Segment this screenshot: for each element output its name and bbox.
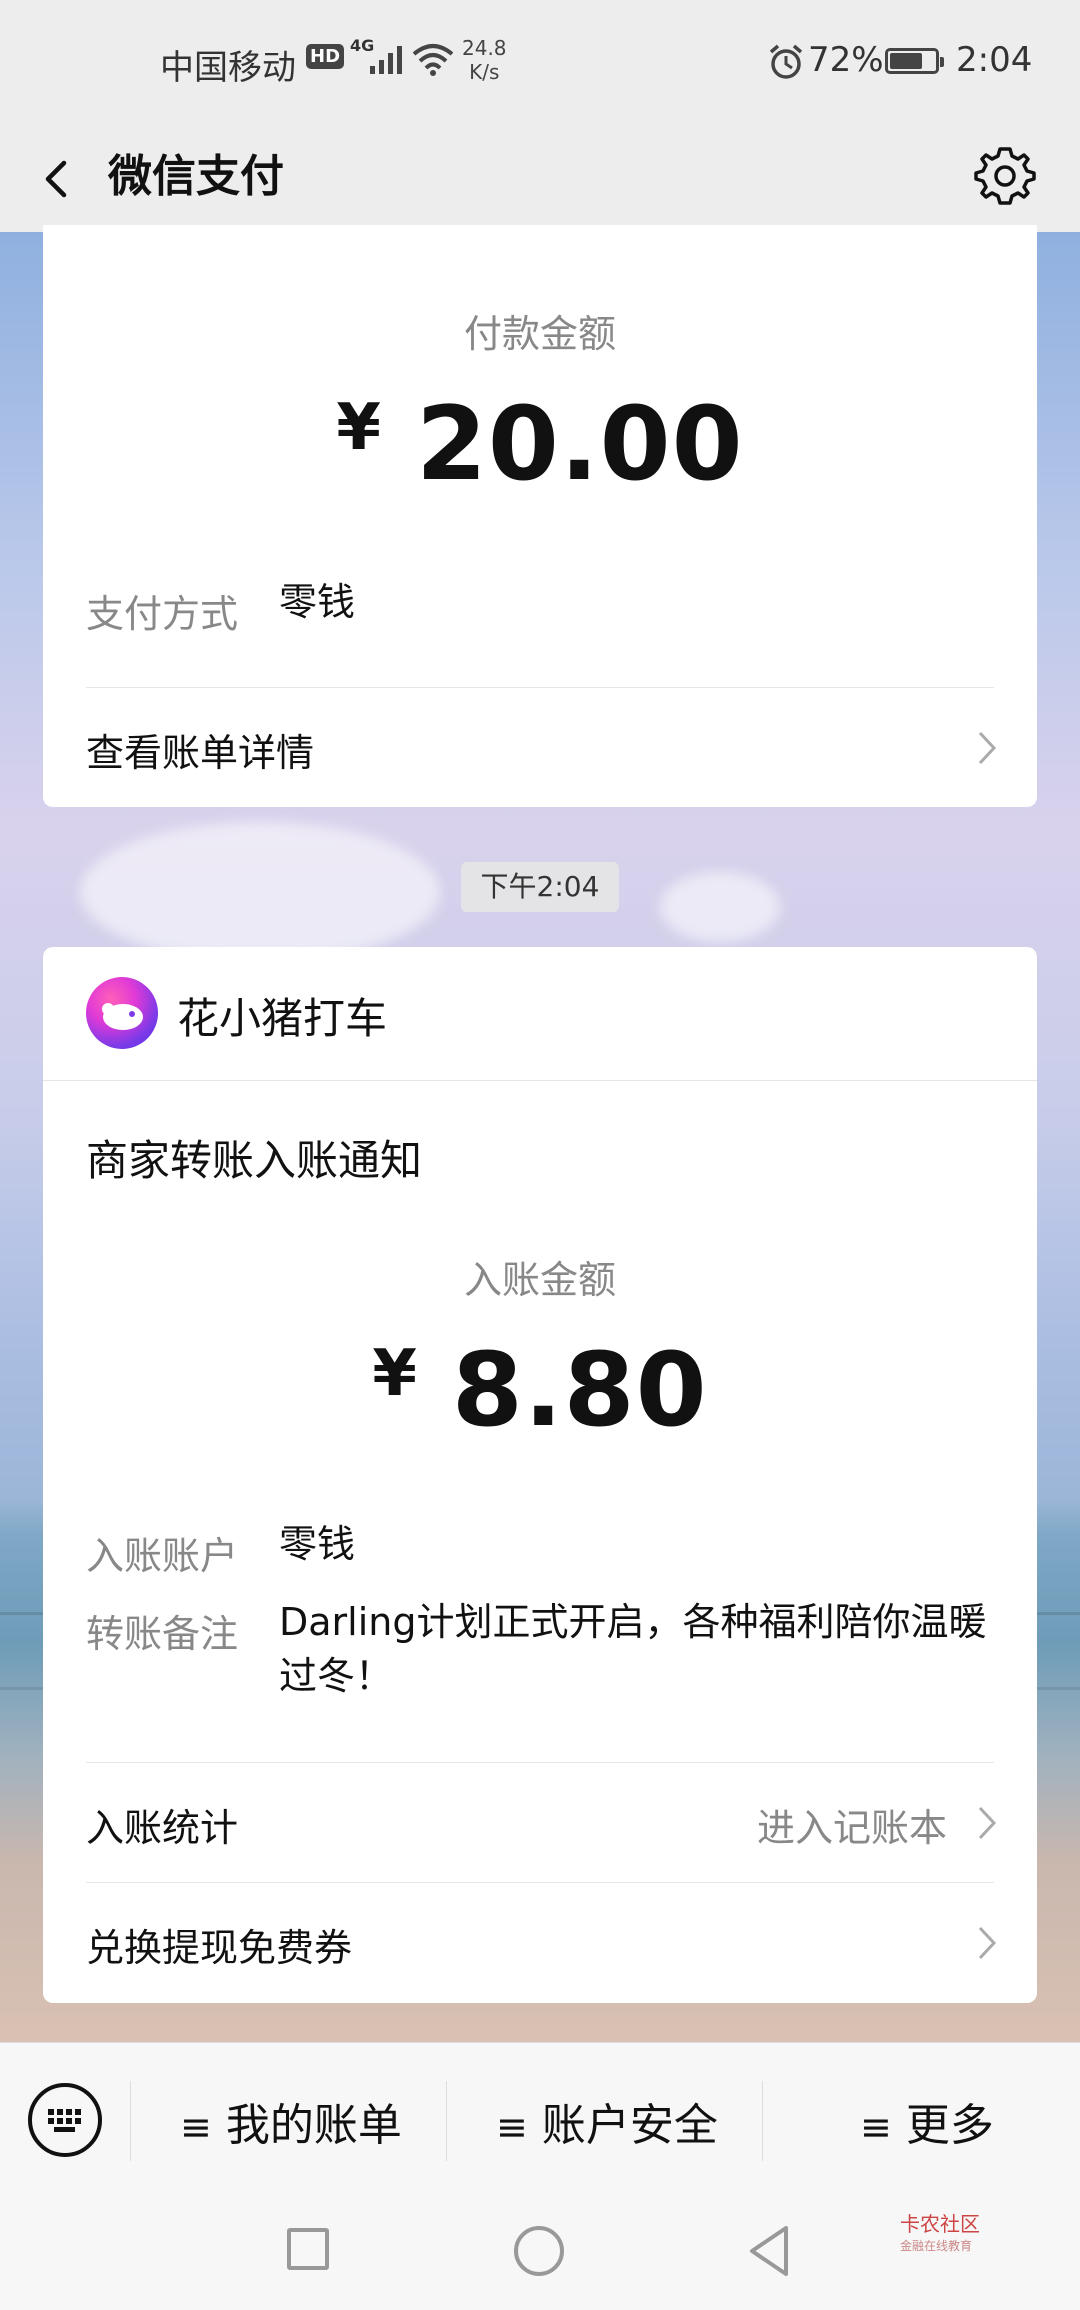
notice-title: 商家转账入账通知 [86, 1136, 423, 1185]
menu-my-bills[interactable]: ≡ 我的账单 [180, 2089, 402, 2153]
account-value: 零钱 [279, 1522, 356, 1566]
bottom-menu-bar: ≡ 我的账单 ≡ 账户安全 ≡ 更多 [0, 2042, 1080, 2195]
system-navigation-bar: 卡农社区 金融在线教育 [0, 2194, 1080, 2310]
ledger-link[interactable]: 进入记账本 [757, 1797, 947, 1852]
watermark: 卡农社区 金融在线教育 [900, 2208, 980, 2254]
payment-card: 付款金额 ¥20.00 支付方式 零钱 查看账单详情 [43, 225, 1037, 807]
battery-icon [885, 48, 944, 74]
menu-icon: ≡ [860, 2105, 892, 2149]
payment-method-value: 零钱 [279, 580, 356, 624]
menu-label: 我的账单 [225, 2100, 402, 2151]
wifi-icon [412, 44, 454, 76]
credit-amount: ¥8.80 [43, 1331, 1037, 1450]
transfer-notice-card[interactable]: 花小猪打车 商家转账入账通知 入账金额 ¥8.80 入账账户 零钱 转账备注 D… [43, 947, 1037, 2003]
account-label: 入账账户 [86, 1534, 239, 1578]
chevron-right-icon [978, 731, 997, 765]
bill-detail-row[interactable]: 查看账单详情 [43, 688, 1037, 806]
remark-label: 转账备注 [86, 1612, 239, 1656]
menu-icon: ≡ [496, 2105, 528, 2149]
chevron-right-icon [978, 1806, 997, 1840]
navigation-bar: 微信支付 [0, 125, 1080, 232]
bill-detail-link[interactable]: 查看账单详情 [86, 722, 314, 777]
merchant-name[interactable]: 花小猪打车 [177, 985, 387, 1046]
coupon-link[interactable]: 兑换提现免费券 [86, 1917, 352, 1972]
alarm-icon [769, 44, 803, 79]
back-arrow-icon[interactable] [30, 143, 90, 213]
speed-value: 24.8 [462, 36, 507, 60]
watermark-subtext: 金融在线教育 [900, 2239, 973, 2253]
clock: 2:04 [956, 40, 1033, 80]
payment-amount-value: 20.00 [415, 385, 744, 504]
chevron-right-icon [978, 1926, 997, 1960]
gear-icon[interactable] [972, 143, 1038, 209]
currency-symbol: ¥ [336, 391, 382, 465]
status-bar: 中国移动 HD 4G 24.8 K/s 72% 2:04 [0, 0, 1080, 125]
home-icon[interactable] [514, 2226, 564, 2276]
currency-symbol: ¥ [372, 1337, 418, 1411]
speed-unit: K/s [469, 60, 500, 84]
divider [43, 1080, 1037, 1081]
menu-separator [446, 2081, 447, 2161]
menu-more[interactable]: ≡ 更多 [860, 2089, 994, 2153]
keyboard-icon [48, 2109, 81, 2132]
payment-method-label: 支付方式 [86, 592, 239, 636]
payment-amount: ¥20.00 [43, 385, 1037, 504]
battery-percent: 72% [808, 40, 884, 80]
credit-stats-label: 入账统计 [86, 1806, 239, 1850]
network-speed: 24.8 K/s [462, 36, 507, 84]
hd-badge: HD [306, 44, 345, 69]
menu-separator [762, 2081, 763, 2161]
menu-label: 更多 [905, 2100, 994, 2151]
pig-icon [102, 1003, 143, 1030]
carrier-name: 中国移动 [160, 48, 296, 88]
credit-amount-value: 8.80 [451, 1331, 708, 1450]
back-icon[interactable] [746, 2224, 792, 2278]
message-timestamp: 下午2:04 [461, 862, 619, 912]
remark-value: Darling计划正式开启，各种福利陪你温暖过冬！ [279, 1600, 987, 1698]
coupon-row[interactable]: 兑换提现免费券 [43, 1883, 1037, 2001]
recent-apps-icon[interactable] [287, 2228, 329, 2270]
merchant-logo[interactable] [86, 977, 158, 1049]
menu-icon: ≡ [180, 2105, 212, 2149]
watermark-text: 卡农社区 [900, 2212, 980, 2236]
signal-icon [370, 46, 402, 74]
menu-account-security[interactable]: ≡ 账户安全 [496, 2089, 718, 2153]
credit-stats-row[interactable]: 入账统计 进入记账本 [43, 1763, 1037, 1881]
menu-separator [130, 2081, 131, 2161]
keyboard-toggle-button[interactable] [28, 2083, 102, 2157]
payment-amount-label: 付款金额 [463, 312, 616, 356]
credit-amount-label: 入账金额 [463, 1258, 616, 1302]
page-title: 微信支付 [108, 151, 284, 202]
menu-label: 账户安全 [541, 2100, 718, 2151]
